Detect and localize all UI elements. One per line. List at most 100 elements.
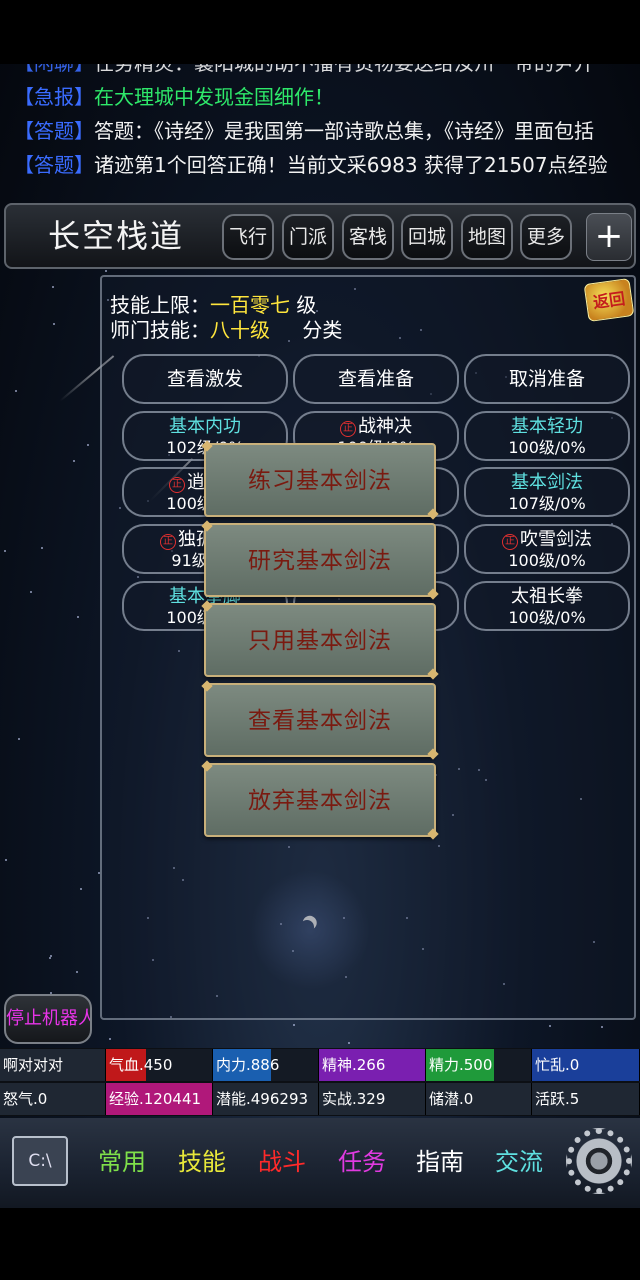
star <box>41 547 43 549</box>
stat-label: 怒气.0 <box>3 1090 48 1108</box>
skill-slot[interactable]: 基本轻功 100级/0% <box>464 411 630 461</box>
chat-line: 【答题】诸迹第1个回答正确！当前文采6983 获得了21507点经验 <box>14 148 640 182</box>
skill-name: 基本剑法 <box>511 472 583 493</box>
star <box>73 460 75 462</box>
star <box>80 888 82 890</box>
star <box>601 1026 603 1028</box>
star <box>15 390 17 392</box>
stats-panel: 啊对对对 气血.450 内力.886 精神.266 精力.500 忙乱.0 怒气.0 经验.… <box>0 1048 640 1116</box>
gear-icon[interactable] <box>566 1128 632 1194</box>
stat-cell: 潜能.496293 <box>213 1083 319 1115</box>
stat-cell: 活跃.5 <box>532 1083 640 1115</box>
chat-log[interactable]: 【闲聊】任务精灵：襄阳城的胡不播有货物要送给汝州一带的尹开 【急报】在大理城中发… <box>14 64 640 200</box>
star <box>49 957 51 959</box>
star <box>18 738 20 740</box>
stat-cell: 精力.500 <box>426 1049 532 1081</box>
skill-slot[interactable]: 正吹雪剑法 100级/0% <box>464 524 630 574</box>
stat-label: 活跃.5 <box>535 1090 580 1108</box>
stop-robot-button[interactable]: 停止机器人 <box>4 994 92 1044</box>
research-skill-menu-item[interactable]: 研究基本剑法 <box>204 523 436 597</box>
view-skill-menu-item[interactable]: 查看基本剑法 <box>204 683 436 757</box>
star <box>4 550 6 552</box>
stat-cell: 怒气.0 <box>0 1083 106 1115</box>
more-button[interactable]: 更多 <box>520 214 572 260</box>
stat-label: 经验.120441 <box>109 1090 202 1108</box>
star <box>348 1042 350 1044</box>
bottom-nav-tab[interactable]: 技能 <box>178 1144 226 1180</box>
chat-text: 在大理城中发现金国细作！ <box>94 85 334 109</box>
enabled-mark-icon: 正 <box>160 534 176 550</box>
skill-name: 太祖长拳 <box>511 586 583 607</box>
chat-text: 诸迹第1个回答正确！当前文采6983 获得了21507点经验 <box>94 153 608 177</box>
stat-label: 气血.450 <box>109 1056 173 1074</box>
skill-level: 100级/0% <box>508 438 586 457</box>
stat-label: 储潜.0 <box>429 1090 474 1108</box>
fly-button[interactable]: 飞行 <box>222 214 274 260</box>
skill-level: 107级/0% <box>508 494 586 513</box>
location-bar: 长空栈道 飞行 门派 客栈 回城 地图 更多 + <box>4 203 636 269</box>
return-city-button[interactable]: 回城 <box>401 214 453 260</box>
master-skill-row: 师门技能：八十级 分类 <box>110 314 342 343</box>
star <box>105 270 107 272</box>
stat-label: 精力.500 <box>429 1056 493 1074</box>
skill-name: 基本内功 <box>169 416 241 437</box>
skill-slot[interactable]: 基本剑法 107级/0% <box>464 467 630 517</box>
practice-skill-menu-item[interactable]: 练习基本剑法 <box>204 443 436 517</box>
inn-button[interactable]: 客栈 <box>342 214 394 260</box>
view-enable-button[interactable]: 查看激发 <box>122 354 288 404</box>
back-icon[interactable]: 返回 <box>583 277 635 323</box>
skill-slot[interactable]: 太祖长拳 100级/0% <box>464 581 630 631</box>
star <box>76 971 78 973</box>
enabled-mark-icon: 正 <box>502 534 518 550</box>
stat-cell: 内力.886 <box>213 1049 319 1081</box>
stat-cell: 储潜.0 <box>426 1083 532 1115</box>
stat-label: 精神.266 <box>322 1056 386 1074</box>
master-skill-label: 师门技能： <box>110 318 210 342</box>
status-bar-area <box>0 0 640 64</box>
chat-line: 【急报】在大理城中发现金国细作！ <box>14 80 640 114</box>
stat-label: 忙乱.0 <box>535 1056 580 1074</box>
abandon-skill-menu-item[interactable]: 放弃基本剑法 <box>204 763 436 837</box>
star <box>549 1025 551 1027</box>
stat-cell: 气血.450 <box>106 1049 213 1081</box>
bottom-nav-tab[interactable]: 指南 <box>416 1144 464 1180</box>
command-line-icon[interactable]: C:\ <box>12 1136 68 1186</box>
star <box>109 1038 111 1040</box>
enabled-mark-icon: 正 <box>169 477 185 493</box>
bottom-nav-tab[interactable]: 常用 <box>98 1144 146 1180</box>
chat-line: 【答题】答题：《诗经》是我国第一部诗歌总集，《诗经》里面包括 <box>14 114 640 148</box>
bottom-nav-tab[interactable]: 交流 <box>495 1144 543 1180</box>
only-use-skill-menu-item[interactable]: 只用基本剑法 <box>204 603 436 677</box>
stat-cell: 精神.266 <box>319 1049 426 1081</box>
star <box>87 444 89 446</box>
chat-text: 答题：《诗经》是我国第一部诗歌总集，《诗经》里面包括 <box>94 119 594 143</box>
game-screen: 【闲聊】任务精灵：襄阳城的胡不播有货物要送给汝州一带的尹开 【急报】在大理城中发… <box>0 0 640 1280</box>
stat-label: 实战.329 <box>322 1090 386 1108</box>
star <box>5 859 7 861</box>
stat-cell: 实战.329 <box>319 1083 426 1115</box>
cancel-prepare-button[interactable]: 取消准备 <box>464 354 630 404</box>
skill-name: 正战神决 <box>295 416 457 438</box>
stat-cell: 忙乱.0 <box>532 1049 640 1081</box>
stat-cell: 经验.120441 <box>106 1083 213 1115</box>
view-prepare-button[interactable]: 查看准备 <box>293 354 459 404</box>
bottom-nav: C:\ 常用 技能 战斗 任务 指南 交流 <box>0 1118 640 1208</box>
category-link[interactable]: 分类 <box>302 318 342 342</box>
location-title: 长空栈道 <box>48 217 185 255</box>
enabled-mark-icon: 正 <box>340 421 356 437</box>
sect-button[interactable]: 门派 <box>282 214 334 260</box>
skill-name: 正吹雪剑法 <box>466 529 628 551</box>
master-skill-value: 八十级 <box>210 318 270 342</box>
star <box>293 1024 295 1026</box>
bottom-nav-tab[interactable]: 战斗 <box>258 1144 306 1180</box>
chat-channel-tag: 【闲聊】 <box>14 64 94 75</box>
skill-name: 基本轻功 <box>511 416 583 437</box>
chat-line: 【闲聊】任务精灵：襄阳城的胡不播有货物要送给汝州一带的尹开 <box>14 64 640 80</box>
chat-text: 任务精灵：襄阳城的胡不播有货物要送给汝州一带的尹开 <box>94 64 594 75</box>
chat-channel-tag: 【答题】 <box>14 119 94 143</box>
plus-button[interactable]: + <box>586 213 632 261</box>
map-button[interactable]: 地图 <box>461 214 513 260</box>
system-nav-area <box>0 1208 640 1280</box>
star <box>30 591 32 593</box>
bottom-nav-tab[interactable]: 任务 <box>338 1144 386 1180</box>
